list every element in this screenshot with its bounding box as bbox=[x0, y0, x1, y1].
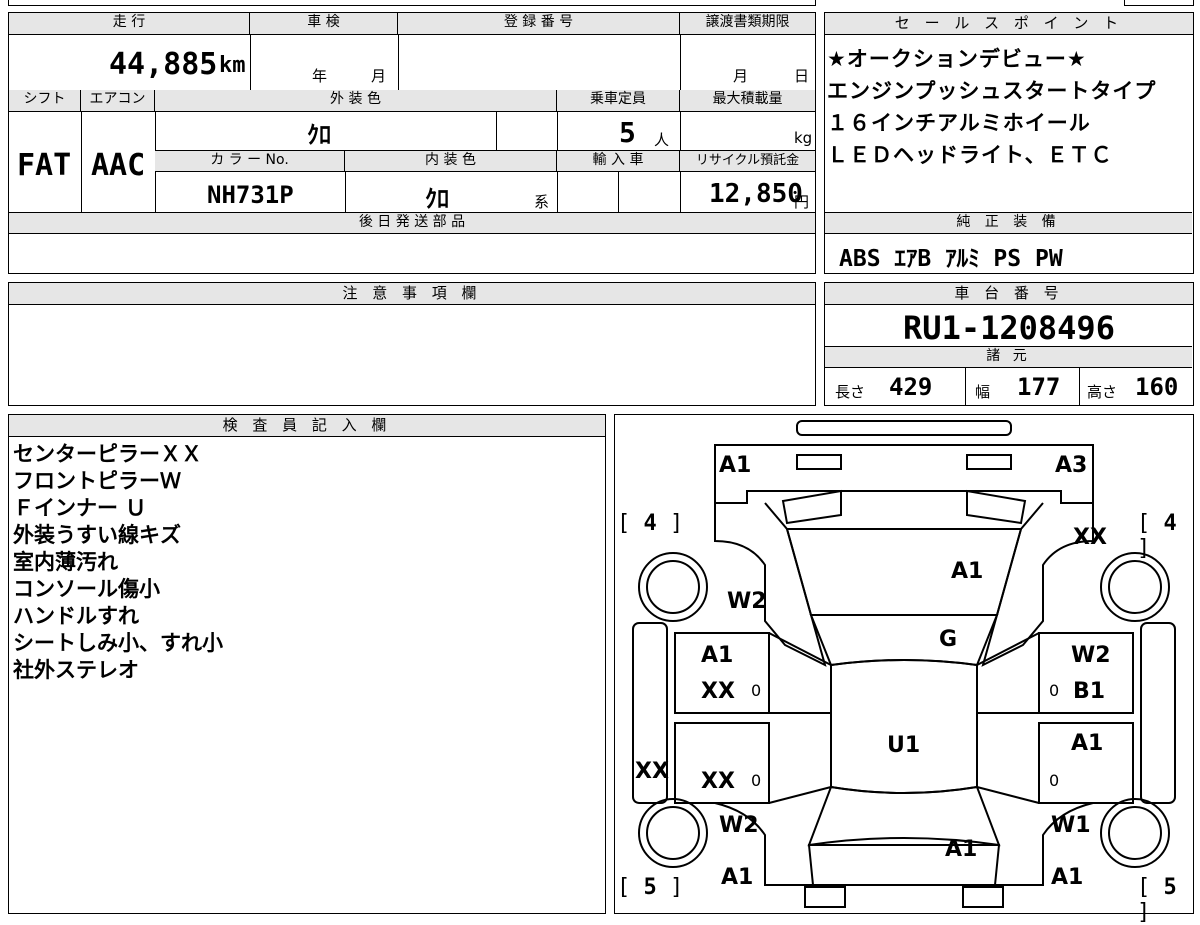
interior-color-value: ｸﾛ bbox=[425, 185, 449, 213]
mark-hood: A1 bbox=[951, 559, 984, 584]
mark-rear-bumper-right: A1 bbox=[1051, 865, 1084, 890]
length-value: 429 bbox=[889, 373, 933, 401]
exterior-color-value: ｸﾛ bbox=[307, 121, 331, 149]
color-no-label: カ ラ ー No. bbox=[155, 150, 345, 172]
interior-color-suffix: 系 bbox=[534, 193, 550, 211]
inspector-label: 検 査 員 記 入 欄 bbox=[9, 415, 605, 437]
mark-front-fender-right: XX bbox=[1073, 525, 1107, 550]
car-damage-diagram: [ 4 ] [ 4 ] [ 5 ] [ 5 ] A1 A3 XX A1 W2 G… bbox=[614, 414, 1194, 925]
mark-roof: U1 bbox=[887, 733, 921, 758]
mark-front-bumper-right: A3 bbox=[1055, 453, 1088, 478]
interior-color-label: 内 装 色 bbox=[345, 150, 557, 172]
mark-front-door-left-2: XX bbox=[701, 679, 735, 704]
vehicle-info-table: 走 行 車 検 登 録 番 号 譲渡書類期限 44,885 km 年 月 月 日… bbox=[8, 12, 816, 274]
zero-rear-door-left: 0 bbox=[751, 771, 762, 790]
caution-box: 注 意 事 項 欄 bbox=[8, 282, 816, 406]
chassis-box: 車 台 番 号 RU1-1208496 諸 元 長さ 429 幅 177 高さ … bbox=[824, 282, 1194, 406]
mark-front-bumper-left: A1 bbox=[719, 453, 752, 478]
note-item: 室内薄汚れ bbox=[13, 550, 118, 574]
mark-rear-fender-right: W1 bbox=[1051, 813, 1091, 838]
mark-rear-door-right: A1 bbox=[1071, 731, 1104, 756]
note-item: センターピラーＸＸ bbox=[13, 442, 202, 466]
zero-front-door-right: 0 bbox=[1049, 681, 1060, 700]
equipment-value: ABS ｴｱB ｱﾙﾐ PS PW bbox=[839, 246, 1063, 272]
sales-point-line: ＬＥＤヘッドライト、ＥＴＣ bbox=[827, 143, 1113, 167]
inspection-label: 車 検 bbox=[250, 13, 398, 35]
transfer-month-unit: 月 bbox=[733, 67, 749, 85]
max-load-unit: kg bbox=[794, 129, 813, 147]
equipment-label: 純 正 装 備 bbox=[825, 212, 1192, 234]
height-label: 高さ bbox=[1087, 383, 1118, 401]
tire-front-left: [ 4 ] bbox=[617, 511, 684, 536]
exterior-color-label: 外 装 色 bbox=[155, 90, 557, 112]
aircon-label: エアコン bbox=[81, 90, 155, 112]
registration-label: 登 録 番 号 bbox=[398, 13, 680, 35]
width-label: 幅 bbox=[975, 383, 991, 401]
max-load-label: 最大積載量 bbox=[680, 90, 815, 112]
recycle-label: リサイクル預託金 bbox=[680, 150, 815, 172]
mark-trunk: A1 bbox=[945, 837, 978, 862]
recycle-value: 12,850 bbox=[709, 179, 803, 209]
shift-value: FAT bbox=[17, 148, 72, 183]
aircon-value: AAC bbox=[91, 148, 146, 183]
sales-point-line: エンジンプッシュスタートタイプ bbox=[827, 79, 1157, 103]
sales-point-line: ★オークションデビュー★ bbox=[827, 47, 1087, 71]
width-value: 177 bbox=[1017, 373, 1061, 401]
mark-rear-door-left: XX bbox=[701, 769, 735, 794]
mark-front-door-right-2: B1 bbox=[1073, 679, 1106, 704]
tire-rear-right: [ 5 ] bbox=[1137, 875, 1177, 925]
later-parts-label: 後 日 発 送 部 品 bbox=[9, 212, 815, 234]
note-item: 社外ステレオ bbox=[13, 658, 139, 682]
shift-label: シフト bbox=[9, 90, 81, 112]
chassis-label: 車 台 番 号 bbox=[825, 283, 1193, 305]
note-item: Ｆインナー Ｕ bbox=[13, 496, 147, 520]
import-label: 輸 入 車 bbox=[557, 150, 680, 172]
note-item: シートしみ小、すれ小 bbox=[13, 631, 223, 655]
chassis-number: RU1-1208496 bbox=[903, 309, 1115, 347]
sales-point-label: セ ー ル ス ポ イ ン ト bbox=[825, 13, 1193, 35]
capacity-label: 乗車定員 bbox=[557, 90, 680, 112]
mark-front-door-right-1: W2 bbox=[1071, 643, 1111, 668]
note-item: フロントピラーＷ bbox=[13, 469, 181, 493]
inspection-year-unit: 年 bbox=[312, 67, 328, 85]
sales-point-line: １６インチアルミホイール bbox=[827, 111, 1091, 135]
mark-front-fender-left: W2 bbox=[727, 589, 767, 614]
transfer-day-unit: 日 bbox=[794, 67, 810, 85]
mileage-value: 44,885 bbox=[109, 47, 218, 82]
mark-front-door-left-1: A1 bbox=[701, 643, 734, 668]
mark-windshield: G bbox=[939, 627, 958, 652]
note-item: ハンドルすれ bbox=[13, 604, 139, 628]
sales-point-lines: ★オークションデビュー★ エンジンプッシュスタートタイプ １６インチアルミホイー… bbox=[827, 43, 1156, 171]
mileage-unit: km bbox=[219, 53, 246, 78]
sales-point-box: セ ー ル ス ポ イ ン ト ★オークションデビュー★ エンジンプッシュスター… bbox=[824, 12, 1194, 274]
top-strip bbox=[8, 0, 816, 6]
tire-rear-left: [ 5 ] bbox=[617, 875, 684, 900]
inspector-notes: センターピラーＸＸ フロントピラーＷ Ｆインナー Ｕ 外装うすい線キズ 室内薄汚… bbox=[13, 441, 223, 684]
inspector-notes-box: 検 査 員 記 入 欄 センターピラーＸＸ フロントピラーＷ Ｆインナー Ｕ 外… bbox=[8, 414, 606, 914]
tire-front-right: [ 4 ] bbox=[1137, 511, 1177, 561]
inspection-month-unit: 月 bbox=[371, 67, 387, 85]
recycle-unit: 円 bbox=[794, 193, 810, 211]
height-value: 160 bbox=[1135, 373, 1179, 401]
mark-rear-fender-left: W2 bbox=[719, 813, 759, 838]
caution-label: 注 意 事 項 欄 bbox=[9, 283, 815, 305]
transfer-deadline-label: 譲渡書類期限 bbox=[680, 13, 815, 35]
color-no-value: NH731P bbox=[207, 181, 294, 209]
note-item: 外装うすい線キズ bbox=[13, 523, 181, 547]
mark-pillar-left: XX bbox=[635, 759, 669, 784]
capacity-value: 5 bbox=[619, 116, 636, 149]
zero-rear-door-right: 0 bbox=[1049, 771, 1060, 790]
mileage-label: 走 行 bbox=[9, 13, 250, 35]
top-strip-right bbox=[1124, 0, 1194, 6]
zero-front-door-left: 0 bbox=[751, 681, 762, 700]
specs-label: 諸 元 bbox=[825, 346, 1192, 368]
mark-rear-bumper-left: A1 bbox=[721, 865, 754, 890]
note-item: コンソール傷小 bbox=[13, 577, 160, 601]
length-label: 長さ bbox=[835, 383, 866, 401]
capacity-unit: 人 bbox=[654, 131, 670, 149]
